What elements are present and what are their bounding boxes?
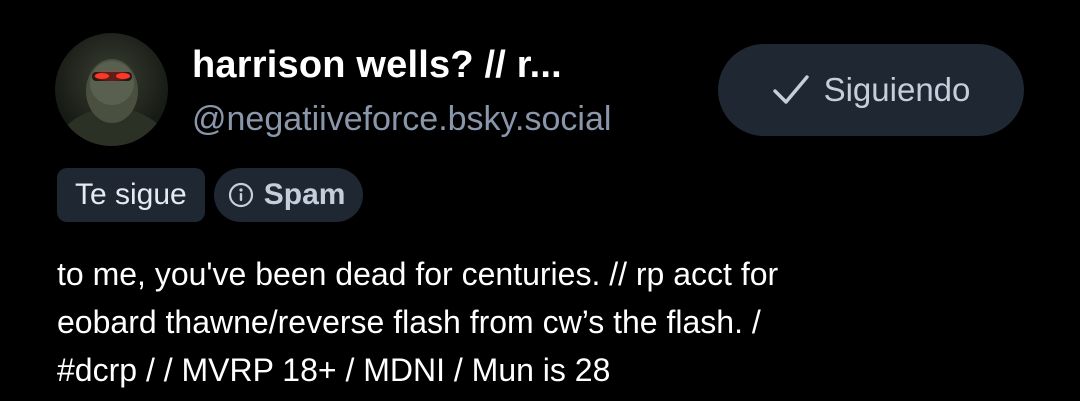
info-icon: [228, 182, 254, 208]
user-handle[interactable]: @negatiiveforce.bsky.social: [192, 100, 611, 139]
spam-label-badge[interactable]: Spam: [213, 168, 364, 222]
spam-label-text: Spam: [263, 178, 346, 211]
bio-line: eobard thawne/reverse flash from cw’s th…: [57, 304, 761, 340]
bio-line[interactable]: #dcrp / / MVRP 18+ / MDNI / Mun is 28: [57, 346, 1047, 394]
masked-figure-avatar-icon: [55, 59, 168, 146]
display-name: harrison wells? // r...: [192, 44, 562, 86]
profile-bio: to me, you've been dead for centuries. /…: [57, 250, 1047, 394]
follows-you-label: Te sigue: [75, 178, 187, 211]
profile-badges: Te sigue Spam: [57, 168, 364, 222]
following-button[interactable]: Siguiendo: [718, 44, 1024, 136]
follows-you-badge: Te sigue: [57, 168, 205, 222]
avatar[interactable]: [55, 33, 168, 146]
check-icon: [772, 73, 810, 107]
bio-line: to me, you've been dead for centuries. /…: [57, 256, 779, 292]
profile-card: harrison wells? // r... @negatiiveforce.…: [0, 0, 1080, 401]
following-button-label: Siguiendo: [823, 71, 971, 108]
